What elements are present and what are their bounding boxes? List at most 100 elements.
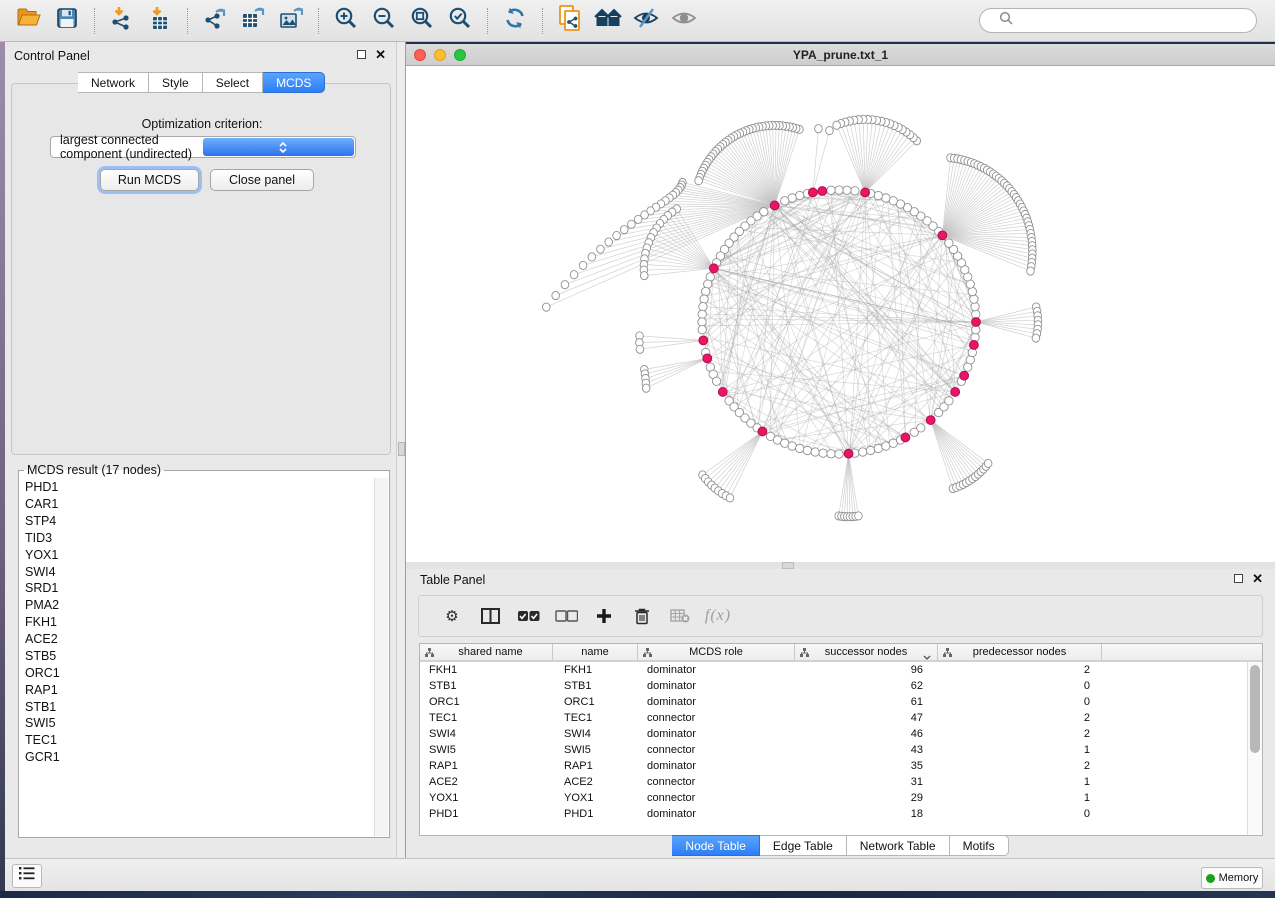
mcds-result-item[interactable]: TID3 <box>20 530 374 547</box>
column-header-mcds-role[interactable]: MCDS role <box>638 644 795 660</box>
column-settings-gear-icon[interactable]: ⚙ <box>433 607 471 625</box>
save-session-button[interactable] <box>50 4 84 38</box>
delete-column-icon[interactable] <box>623 607 661 625</box>
mcds-tab-panel: Optimization criterion: largest connecte… <box>11 83 391 455</box>
column-header-successor-nodes[interactable]: successor nodes <box>795 644 938 660</box>
optimization-criterion-select[interactable]: largest connected component (undirected) <box>50 136 356 158</box>
zoom-out-button[interactable] <box>367 4 401 38</box>
clone-network-button[interactable] <box>553 4 587 38</box>
task-history-button[interactable] <box>12 864 42 888</box>
table-row[interactable]: SWI5 SWI5 connector 43 1 <box>420 742 1247 758</box>
vertical-splitter-handle[interactable] <box>398 442 405 456</box>
mcds-result-item[interactable]: SWI5 <box>20 715 374 732</box>
export-image-icon <box>279 6 303 35</box>
apply-function-icon[interactable]: f(x) <box>699 607 737 625</box>
table-tab[interactable]: Motifs <box>950 835 1009 856</box>
control-panel-title: Control Panel <box>14 49 90 63</box>
table-tab[interactable]: Edge Table <box>760 835 847 856</box>
horizontal-splitter-handle[interactable] <box>782 562 794 569</box>
table-scrollbar[interactable] <box>1247 662 1262 835</box>
mcds-result-item[interactable]: PMA2 <box>20 597 374 614</box>
close-panel-icon[interactable]: ✕ <box>375 50 386 59</box>
control-panel-tabs: NetworkStyleSelectMCDS <box>78 72 325 93</box>
mcds-result-item[interactable]: TEC1 <box>20 732 374 749</box>
import-table-button[interactable] <box>143 4 177 38</box>
mcds-result-item[interactable]: SWI4 <box>20 563 374 580</box>
toolbar-separator <box>94 8 95 34</box>
mcds-result-item[interactable]: PHD1 <box>20 479 374 496</box>
close-panel-button[interactable]: Close panel <box>210 169 314 191</box>
table-row[interactable]: FKH1 FKH1 dominator 96 2 <box>420 662 1247 678</box>
import-network-button[interactable] <box>105 4 139 38</box>
network-titlebar: YPA_prune.txt_1 <box>406 44 1275 66</box>
cell-mcds-role: dominator <box>638 760 795 772</box>
table-scrollbar-thumb[interactable] <box>1250 665 1260 753</box>
network-canvas[interactable] <box>406 66 1275 562</box>
show-hidden-button[interactable] <box>667 4 701 38</box>
column-header-name[interactable]: name <box>553 644 638 660</box>
control-panel-tab[interactable]: Network <box>78 72 149 93</box>
zoom-selected-button[interactable] <box>443 4 477 38</box>
attribute-tree-icon <box>800 648 809 660</box>
add-column-icon[interactable] <box>585 608 623 624</box>
open-file-button[interactable] <box>12 4 46 38</box>
mcds-result-item[interactable]: STB5 <box>20 648 374 665</box>
zoom-in-button[interactable] <box>329 4 363 38</box>
zoom-fit-button[interactable] <box>405 4 439 38</box>
mcds-result-item[interactable]: FKH1 <box>20 614 374 631</box>
float-panel-icon[interactable] <box>357 50 366 59</box>
table-row[interactable]: RAP1 RAP1 dominator 35 2 <box>420 758 1247 774</box>
network-overview-button[interactable] <box>591 4 625 38</box>
mcds-result-item[interactable]: ORC1 <box>20 665 374 682</box>
main-toolbar <box>0 0 1275 42</box>
select-all-checkboxes-icon[interactable] <box>509 610 547 622</box>
save-icon <box>56 7 78 34</box>
close-panel-icon[interactable]: ✕ <box>1252 574 1263 583</box>
cell-mcds-role: dominator <box>638 664 795 676</box>
mcds-result-item[interactable]: YOX1 <box>20 547 374 564</box>
vertical-splitter[interactable] <box>397 42 406 858</box>
attribute-tree-icon <box>643 648 652 660</box>
mcds-result-item[interactable]: STP4 <box>20 513 374 530</box>
table-tab[interactable]: Node Table <box>672 835 760 856</box>
mcds-result-item[interactable]: CAR1 <box>20 496 374 513</box>
cell-mcds-role: connector <box>638 792 795 804</box>
float-panel-icon[interactable] <box>1234 574 1243 583</box>
table-row[interactable]: PHD1 PHD1 dominator 18 0 <box>420 806 1247 822</box>
mcds-result-item[interactable]: STB1 <box>20 698 374 715</box>
table-row[interactable]: STB1 STB1 dominator 62 0 <box>420 678 1247 694</box>
table-row[interactable]: ORC1 ORC1 dominator 61 0 <box>420 694 1247 710</box>
export-image-button[interactable] <box>274 4 308 38</box>
table-row[interactable]: ACE2 ACE2 connector 31 1 <box>420 774 1247 790</box>
control-panel-tab[interactable]: Style <box>149 72 203 93</box>
clone-network-icon <box>558 5 582 36</box>
mcds-result-item[interactable]: RAP1 <box>20 682 374 699</box>
run-mcds-button[interactable]: Run MCDS <box>100 169 199 191</box>
control-panel-tab[interactable]: MCDS <box>263 72 325 93</box>
search-input[interactable] <box>979 8 1257 33</box>
deselect-all-checkboxes-icon[interactable] <box>547 610 585 622</box>
delete-table-icon[interactable] <box>661 609 699 623</box>
column-header-predecessor-nodes[interactable]: predecessor nodes <box>938 644 1102 660</box>
table-row[interactable]: TEC1 TEC1 connector 47 2 <box>420 710 1247 726</box>
hide-selected-button[interactable] <box>629 4 663 38</box>
table-row[interactable]: SWI4 SWI4 dominator 46 2 <box>420 726 1247 742</box>
cell-shared-name: SWI5 <box>420 744 553 756</box>
refresh-icon <box>503 6 527 35</box>
mcds-list-scrollbar[interactable] <box>374 478 388 836</box>
column-header-shared-name[interactable]: shared name <box>420 644 553 660</box>
show-columns-icon[interactable] <box>471 608 509 624</box>
mcds-result-item[interactable]: GCR1 <box>20 749 374 766</box>
mcds-result-item[interactable]: SRD1 <box>20 580 374 597</box>
table-tab[interactable]: Network Table <box>847 835 950 856</box>
export-network-button[interactable] <box>198 4 232 38</box>
zoom-selected-icon <box>448 6 472 35</box>
refresh-button[interactable] <box>498 4 532 38</box>
table-row[interactable]: YOX1 YOX1 connector 29 1 <box>420 790 1247 806</box>
export-table-button[interactable] <box>236 4 270 38</box>
horizontal-splitter[interactable] <box>406 562 1275 569</box>
mcds-result-item[interactable]: ACE2 <box>20 631 374 648</box>
memory-button[interactable]: Memory <box>1201 867 1263 889</box>
cell-name: ORC1 <box>553 696 638 708</box>
control-panel-tab[interactable]: Select <box>203 72 263 93</box>
